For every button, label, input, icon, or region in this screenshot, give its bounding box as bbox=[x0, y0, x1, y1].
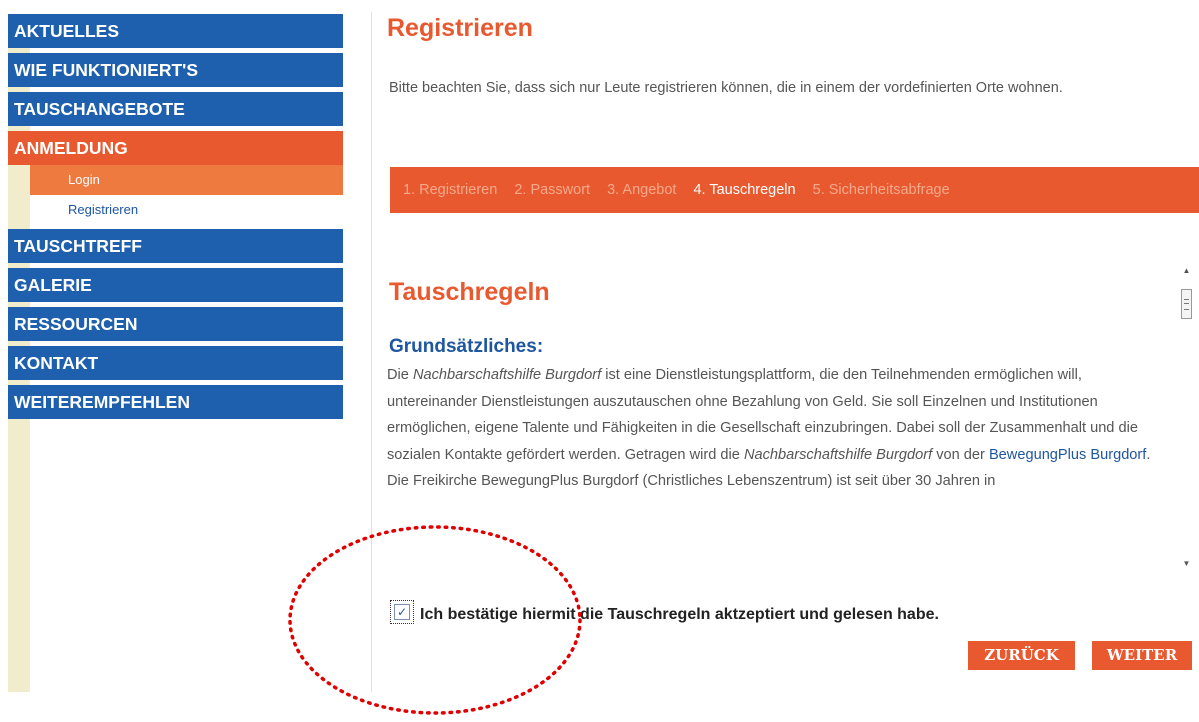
scroll-down-icon[interactable]: ▼ bbox=[1178, 555, 1195, 572]
rules-scroll-area[interactable]: Tauschregeln Grundsätzliches: Die Nachba… bbox=[375, 258, 1175, 572]
sidebar-item-tauschtreff[interactable]: TAUSCHTREFF bbox=[8, 229, 343, 263]
step-sicherheitsabfrage: 5. Sicherheitsabfrage bbox=[812, 182, 950, 198]
org-name: Nachbarschaftshilfe Burgdorf bbox=[412, 367, 602, 383]
accept-rules-label[interactable]: Ich bestätige hiermit die Tauschregeln a… bbox=[420, 606, 939, 624]
checkmark-icon: ✓ bbox=[394, 604, 410, 620]
bewegungplus-link[interactable]: BewegungPlus Burgdorf bbox=[989, 447, 1146, 463]
step-angebot: 3. Angebot bbox=[607, 182, 677, 198]
column-divider bbox=[371, 12, 372, 692]
sidebar-item-anmeldung[interactable]: ANMELDUNG bbox=[8, 131, 343, 165]
step-tauschregeln: 4. Tauschregeln bbox=[693, 182, 796, 198]
sidebar-item-weiterempfehlen[interactable]: WEITEREMPFEHLEN bbox=[8, 385, 343, 419]
sidebar-item-ressourcen[interactable]: RESSOURCEN bbox=[8, 307, 343, 341]
scroll-thumb[interactable] bbox=[1181, 289, 1192, 319]
step-passwort: 2. Passwort bbox=[514, 182, 591, 198]
rules-heading: Tauschregeln bbox=[389, 278, 550, 306]
step-progress-bar: 1. Registrieren 2. Passwort 3. Angebot 4… bbox=[390, 167, 1199, 213]
sidebar-subitem-registrieren[interactable]: Registrieren bbox=[30, 195, 343, 225]
step-registrieren: 1. Registrieren bbox=[403, 182, 498, 198]
page-title: Registrieren bbox=[387, 14, 533, 42]
org-name: Nachbarschaftshilfe Burgdorf bbox=[743, 446, 933, 463]
scroll-up-icon[interactable]: ▲ bbox=[1178, 262, 1195, 279]
sidebar-subitem-login[interactable]: Login bbox=[30, 165, 343, 195]
sidebar-item-galerie[interactable]: GALERIE bbox=[8, 268, 343, 302]
rules-subheading: Grundsätzliches: bbox=[389, 336, 544, 357]
sidebar-item-tauschangebote[interactable]: TAUSCHANGEBOTE bbox=[8, 92, 343, 126]
intro-text: Bitte beachten Sie, dass sich nur Leute … bbox=[389, 80, 1063, 96]
rules-scrollbar[interactable]: ▲ ▼ bbox=[1178, 262, 1195, 572]
grip-icon bbox=[1184, 299, 1189, 310]
accept-rules-checkbox[interactable]: ✓ bbox=[390, 600, 414, 624]
back-button[interactable]: ZURÜCK bbox=[968, 641, 1075, 670]
next-button[interactable]: WEITER bbox=[1092, 641, 1192, 670]
sidebar-item-kontakt[interactable]: KONTAKT bbox=[8, 346, 343, 380]
sidebar-item-wie-funktionierts[interactable]: WIE FUNKTIONIERT'S bbox=[8, 53, 343, 87]
sidebar-item-aktuelles[interactable]: AKTUELLES bbox=[8, 14, 343, 48]
rules-paragraph: Die Nachbarschaftshilfe Burgdorf ist ein… bbox=[387, 367, 1151, 489]
